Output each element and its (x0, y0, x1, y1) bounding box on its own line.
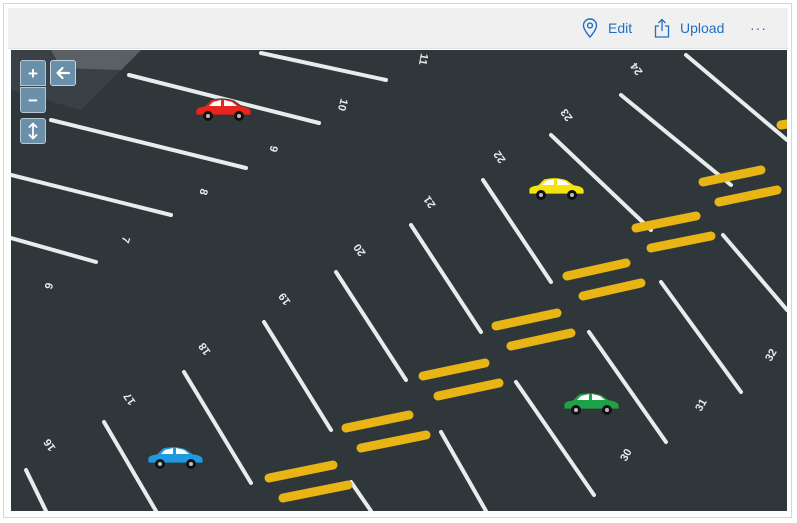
zoom-in-button[interactable]: + (20, 60, 46, 86)
map-toolbar: Edit Upload ··· (8, 8, 788, 49)
edit-label: Edit (608, 20, 633, 36)
parking-lot-map[interactable]: 11 10 9 8 7 6 24 23 22 21 20 19 18 17 16 32 31 30 + − (11, 50, 787, 511)
car-marker-blue[interactable] (145, 444, 205, 475)
arrow-left-icon (56, 66, 71, 80)
car-marker-red[interactable] (193, 96, 253, 127)
fit-vertical-button[interactable] (20, 118, 46, 144)
upload-button[interactable]: Upload (654, 8, 724, 48)
back-button[interactable] (50, 60, 76, 86)
upload-icon (654, 18, 670, 38)
car-icon (195, 98, 252, 121)
car-icon (147, 446, 204, 469)
parking-lot-aerial-image: 11109876242322212019181716323130 (11, 50, 787, 511)
edit-button[interactable]: Edit (582, 8, 632, 48)
bay-number-label: 11 (416, 52, 430, 66)
vertical-resize-icon (28, 122, 38, 140)
car-icon (528, 177, 585, 200)
more-options-button[interactable]: ··· (750, 8, 767, 48)
more-icon: ··· (750, 20, 767, 36)
location-pin-icon (582, 18, 598, 38)
car-marker-yellow[interactable] (526, 175, 586, 206)
upload-label: Upload (680, 20, 725, 36)
zoom-out-button[interactable]: − (20, 87, 46, 113)
car-icon (563, 392, 620, 415)
car-marker-green[interactable] (561, 390, 621, 421)
